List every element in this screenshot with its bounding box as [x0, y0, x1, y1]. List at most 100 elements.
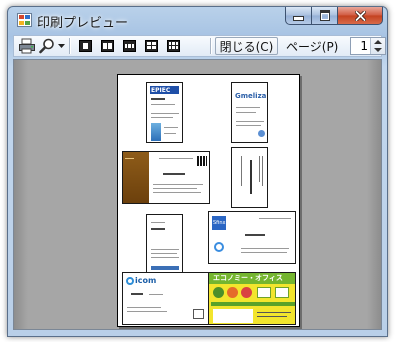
card-4-vertical-text — [262, 156, 263, 186]
card-2-line — [236, 107, 260, 108]
app-icon — [17, 13, 32, 27]
card-6-line — [259, 218, 291, 219]
two-pages-icon — [100, 40, 114, 52]
page-label: ページ(P) — [286, 40, 339, 54]
card-3 — [122, 151, 210, 204]
card-8-banner-text: エコノミー・オフィス — [213, 274, 283, 282]
card-6-logo: Sfinx — [213, 220, 226, 226]
two-pages-button[interactable] — [97, 37, 117, 55]
preview-area[interactable]: EPIEC Gmeliza Sfinx icom エコノミー・オフィス — [13, 59, 382, 330]
card-2-line — [236, 125, 261, 126]
card-7-line — [127, 311, 167, 312]
caption-buttons — [285, 7, 383, 26]
toolbar-separator — [69, 38, 70, 54]
card-3-qr-code — [197, 156, 207, 166]
card-8-info-box — [213, 309, 253, 323]
maximize-button[interactable] — [312, 7, 338, 25]
card-8-circle — [227, 287, 238, 298]
one-page-button[interactable] — [75, 37, 95, 55]
card-4-vertical-text — [241, 156, 242, 186]
card-3-brown-panel — [123, 152, 149, 203]
card-8-line — [257, 312, 291, 313]
card-5-line — [151, 253, 177, 254]
zoom-button[interactable] — [38, 37, 56, 55]
spin-up-icon[interactable] — [374, 40, 382, 44]
card-5-footer-bar — [151, 266, 179, 270]
card-4-vertical-text — [259, 156, 260, 182]
card-3-line — [159, 158, 193, 159]
card-5-line — [151, 222, 165, 223]
card-5-line — [151, 249, 179, 250]
card-1-line — [164, 127, 178, 128]
maximize-icon — [319, 10, 330, 21]
zoom-dropdown[interactable] — [56, 37, 66, 55]
card-1-line — [151, 104, 175, 105]
card-7: icom — [122, 272, 210, 325]
toolbar-separator — [210, 38, 211, 54]
card-3-name — [163, 173, 185, 175]
card-2-badge — [258, 130, 265, 137]
card-3-line — [153, 188, 197, 189]
six-pages-button[interactable] — [163, 37, 183, 55]
card-3-line — [153, 184, 203, 185]
title-bar[interactable]: 印刷プレビュー — [8, 7, 387, 33]
print-preview-window: 印刷プレビュー 閉じる(C) ページ(P) 1 EPIEC Gmeliza Sf… — [7, 6, 388, 337]
card-8-stripe — [211, 302, 295, 306]
card-1-name — [151, 98, 165, 100]
card-4-vertical-name — [250, 160, 252, 194]
card-7-qr-code — [193, 309, 204, 319]
card-8-box — [275, 287, 289, 298]
magnifier-icon — [39, 38, 54, 54]
card-6-line — [241, 252, 287, 253]
print-button[interactable] — [17, 37, 37, 55]
card-8-box — [257, 287, 271, 298]
preview-page: EPIEC Gmeliza Sfinx icom エコノミー・オフィス — [117, 74, 300, 327]
card-1-logo: EPIEC — [151, 87, 171, 94]
close-window-button[interactable] — [338, 7, 383, 25]
card-2-line — [236, 112, 256, 113]
window-title: 印刷プレビュー — [37, 16, 129, 31]
page-spin-buttons[interactable] — [370, 38, 385, 54]
card-1: EPIEC — [146, 82, 183, 143]
preview-toolbar: 閉じる(C) ページ(P) 1 — [13, 35, 386, 57]
card-2: Gmeliza — [231, 82, 268, 143]
printer-icon — [19, 38, 35, 54]
card-8-line — [257, 316, 287, 317]
card-5-name — [151, 228, 165, 230]
minimize-button[interactable] — [285, 7, 312, 25]
page-number-value: 1 — [360, 39, 368, 53]
three-pages-button[interactable] — [119, 37, 139, 55]
card-6-name — [245, 234, 265, 236]
four-pages-button[interactable] — [141, 37, 161, 55]
card-7-logo: icom — [135, 276, 157, 285]
card-7-line — [149, 294, 163, 295]
card-1-line — [164, 133, 176, 134]
preview-right-shade — [367, 60, 381, 329]
card-7-line — [127, 307, 161, 308]
close-x-icon — [354, 10, 366, 21]
six-pages-icon — [166, 40, 180, 52]
card-5 — [146, 214, 183, 275]
close-preview-button[interactable]: 閉じる(C) — [215, 37, 278, 55]
card-5-line — [151, 257, 179, 258]
card-8-circle — [213, 287, 224, 298]
spin-down-icon[interactable] — [374, 48, 382, 52]
card-6: Sfinx — [208, 211, 296, 264]
card-3-line — [153, 192, 201, 193]
card-7-name — [131, 293, 143, 295]
one-page-icon — [78, 40, 92, 52]
chevron-down-icon — [57, 44, 65, 48]
card-8-circle — [241, 287, 252, 298]
minimize-icon — [293, 16, 304, 21]
card-7-logo-mark — [126, 277, 134, 285]
card-1-line — [151, 113, 179, 114]
page-number-spinner[interactable]: 1 — [350, 37, 386, 55]
card-2-line — [236, 121, 264, 122]
four-pages-icon — [144, 40, 158, 52]
card-8: エコノミー・オフィス — [208, 272, 296, 325]
card-1-image — [151, 123, 161, 141]
card-6-swirl-logo — [214, 242, 224, 252]
preview-left-shade — [14, 60, 28, 329]
three-pages-icon — [122, 40, 136, 52]
card-4 — [231, 147, 268, 208]
